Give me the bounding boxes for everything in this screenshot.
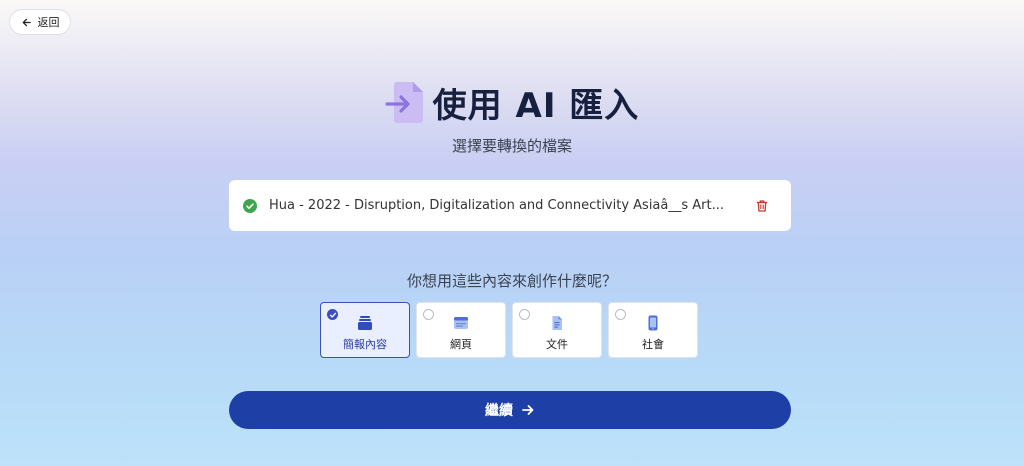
back-button[interactable]: 返回 bbox=[9, 9, 71, 35]
option-label: 網頁 bbox=[450, 337, 472, 351]
check-circle-icon bbox=[243, 198, 257, 213]
webpage-icon bbox=[454, 316, 468, 329]
option-label: 社會 bbox=[642, 337, 664, 351]
page-subtitle: 選擇要轉換的檔案 bbox=[451, 137, 572, 155]
output-type-options: 簡報內容 網頁 文件 社會 bbox=[320, 302, 698, 358]
check-icon bbox=[329, 312, 336, 318]
option-label: 文件 bbox=[546, 337, 568, 351]
arrow-right-icon bbox=[522, 405, 534, 415]
document-icon bbox=[552, 315, 562, 330]
option-presentation[interactable]: 簡報內容 bbox=[320, 302, 410, 358]
mobile-icon bbox=[648, 315, 658, 330]
create-question: 你想用這些內容來創作什麼呢？ bbox=[406, 272, 617, 290]
option-social[interactable]: 社會 bbox=[608, 302, 698, 358]
file-import-icon bbox=[385, 82, 423, 123]
file-name: Hua - 2022 - Disruption, Digitalization … bbox=[269, 198, 724, 213]
continue-button[interactable]: 繼續 bbox=[229, 391, 791, 429]
arrow-left-icon bbox=[22, 18, 31, 26]
radio-unchecked bbox=[423, 309, 434, 320]
page-header: 使用 AI 匯入 bbox=[0, 78, 1024, 126]
option-label: 簡報內容 bbox=[343, 337, 387, 351]
file-card: Hua - 2022 - Disruption, Digitalization … bbox=[229, 180, 791, 231]
radio-unchecked bbox=[615, 309, 626, 320]
continue-label: 繼續 bbox=[485, 403, 513, 419]
radio-checked bbox=[327, 309, 338, 320]
presentation-icon bbox=[358, 315, 372, 330]
page-title: 使用 AI 匯入 bbox=[432, 85, 640, 126]
trash-icon[interactable] bbox=[755, 199, 769, 213]
back-label: 返回 bbox=[37, 16, 60, 29]
option-document[interactable]: 文件 bbox=[512, 302, 602, 358]
radio-unchecked bbox=[519, 309, 530, 320]
option-webpage[interactable]: 網頁 bbox=[416, 302, 506, 358]
